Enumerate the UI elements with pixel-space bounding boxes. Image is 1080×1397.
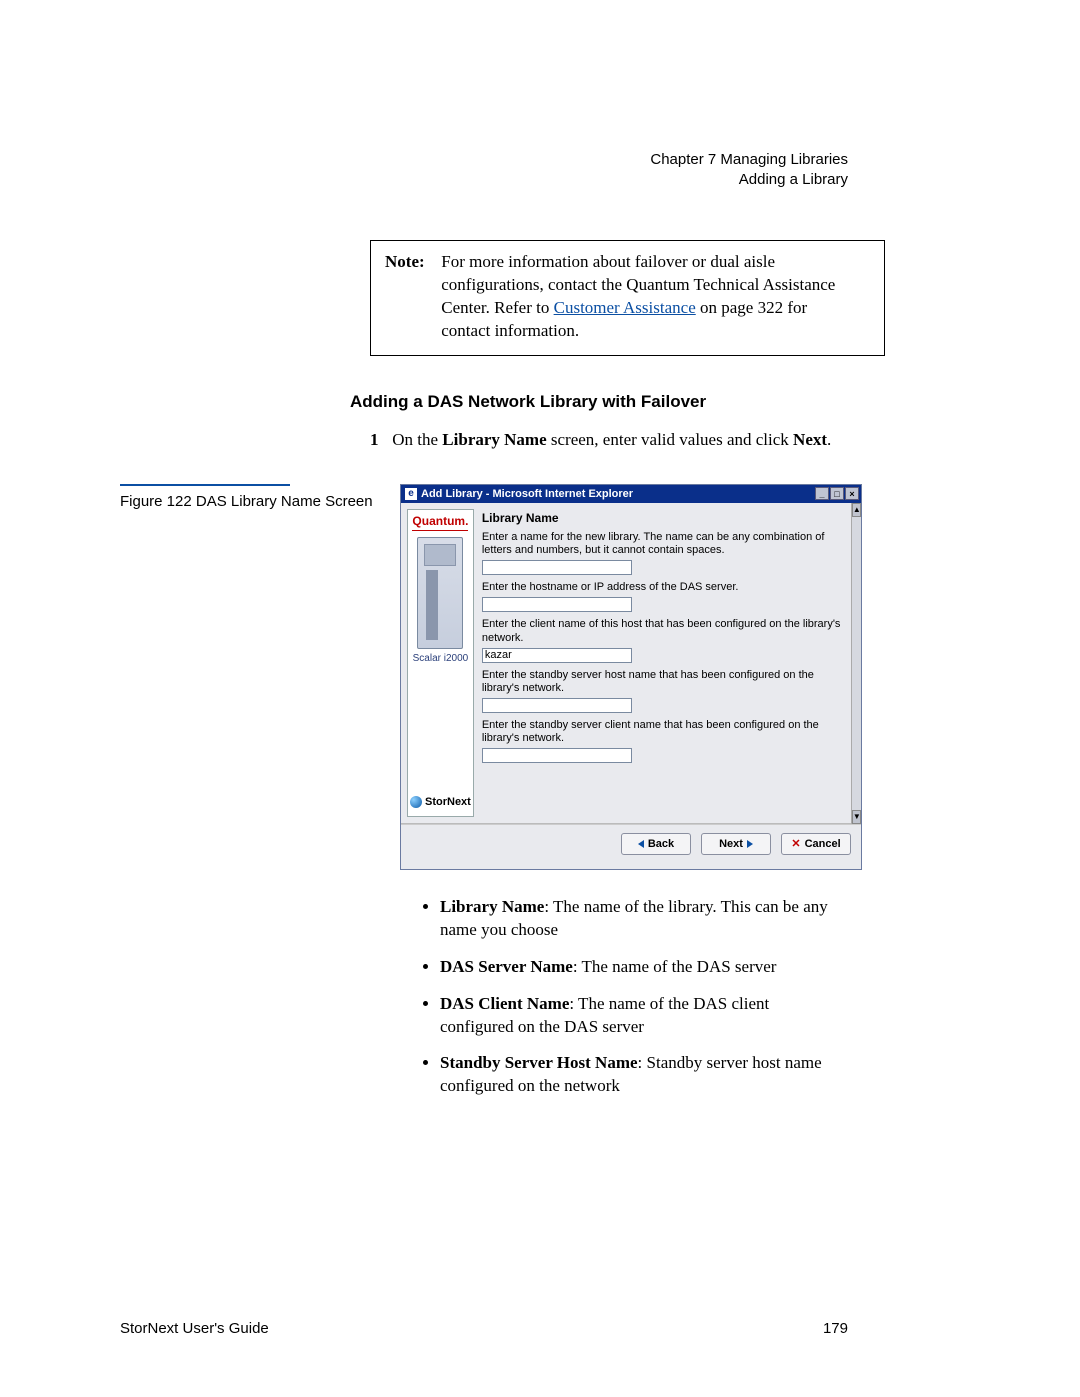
cancel-label: Cancel [805,838,841,850]
maximize-icon[interactable]: □ [830,487,844,500]
form-panel: Library Name Enter a name for the new li… [478,503,851,823]
next-arrow-icon [747,840,753,848]
client-name-input[interactable] [482,648,632,663]
chapter-line: Chapter 7 Managing Libraries [650,150,848,170]
next-label: Next [719,838,743,850]
footer-left: StorNext User's Guide [120,1320,269,1337]
close-icon[interactable]: × [845,487,859,500]
standby-host-desc: Enter the standby server host name that … [482,669,843,695]
section-line: Adding a Library [650,170,848,190]
product-text: StorNext [425,796,471,808]
scroll-down-icon[interactable]: ▼ [852,810,861,824]
titlebar: e Add Library - Microsoft Internet Explo… [401,485,861,503]
standby-client-input[interactable] [482,748,632,763]
step-bold2: Next [793,430,827,449]
standby-host-input[interactable] [482,698,632,713]
cancel-button[interactable]: ✕ Cancel [781,833,851,855]
term: DAS Client Name [440,994,569,1013]
page-number: 179 [823,1320,848,1337]
next-button[interactable]: Next [701,833,771,855]
das-server-desc: Enter the hostname or IP address of the … [482,581,843,594]
library-name-input[interactable] [482,560,632,575]
model-label: Scalar i2000 [413,653,469,664]
term: Library Name [440,897,544,916]
page-footer: StorNext User's Guide 179 [120,1320,848,1337]
minimize-icon[interactable]: _ [815,487,829,500]
brand-label: Quantum. [412,514,468,531]
product-label: StorNext [410,796,471,808]
step-text-b: screen, enter valid values and click [547,430,793,449]
tape-library-icon [417,537,463,649]
cancel-x-icon: ✕ [791,837,800,850]
window-title: Add Library - Microsoft Internet Explore… [421,488,815,500]
form-title: Library Name [482,511,843,525]
library-name-desc: Enter a name for the new library. The na… [482,531,843,557]
step-1: 1 On the Library Name screen, enter vali… [370,430,960,450]
back-label: Back [648,838,674,850]
customer-assistance-link[interactable]: Customer Assistance [554,298,696,317]
note-label: Note: [385,251,437,274]
note-box: Note: For more information about failove… [370,240,885,356]
list-item: Library Name: The name of the library. T… [440,896,960,942]
scrollbar[interactable]: ▲ ▼ [851,503,861,824]
back-arrow-icon [638,840,644,848]
page-header: Chapter 7 Managing Libraries Adding a Li… [650,150,848,191]
client-name-desc: Enter the client name of this host that … [482,618,843,644]
field-descriptions: Library Name: The name of the library. T… [400,896,960,1099]
figure-caption: Figure 122 DAS Library Name Screen [120,492,390,512]
screenshot-window: e Add Library - Microsoft Internet Explo… [400,484,862,870]
list-item: DAS Client Name: The name of the DAS cli… [440,993,960,1039]
figure-rule [120,484,290,486]
back-button[interactable]: Back [621,833,691,855]
note-text: For more information about failover or d… [441,251,841,343]
figure-caption-block: Figure 122 DAS Library Name Screen [120,484,400,870]
step-text-a: On the [392,430,442,449]
term: Standby Server Host Name [440,1053,638,1072]
page: Chapter 7 Managing Libraries Adding a Li… [0,0,1080,1397]
ie-icon: e [405,488,417,500]
section-heading: Adding a DAS Network Library with Failov… [350,392,960,412]
term: DAS Server Name [440,957,573,976]
standby-client-desc: Enter the standby server client name tha… [482,719,843,745]
wizard-sidebar: Quantum. Scalar i2000 StorNext [407,509,474,817]
das-server-input[interactable] [482,597,632,612]
button-row: Back Next ✕ Cancel [401,824,861,869]
step-bold1: Library Name [442,430,546,449]
step-text-c: . [827,430,831,449]
term-text: : The name of the DAS server [573,957,777,976]
list-item: DAS Server Name: The name of the DAS ser… [440,956,960,979]
globe-icon [410,796,422,808]
scroll-up-icon[interactable]: ▲ [852,503,861,517]
step-number: 1 [370,430,388,450]
list-item: Standby Server Host Name: Standby server… [440,1052,960,1098]
